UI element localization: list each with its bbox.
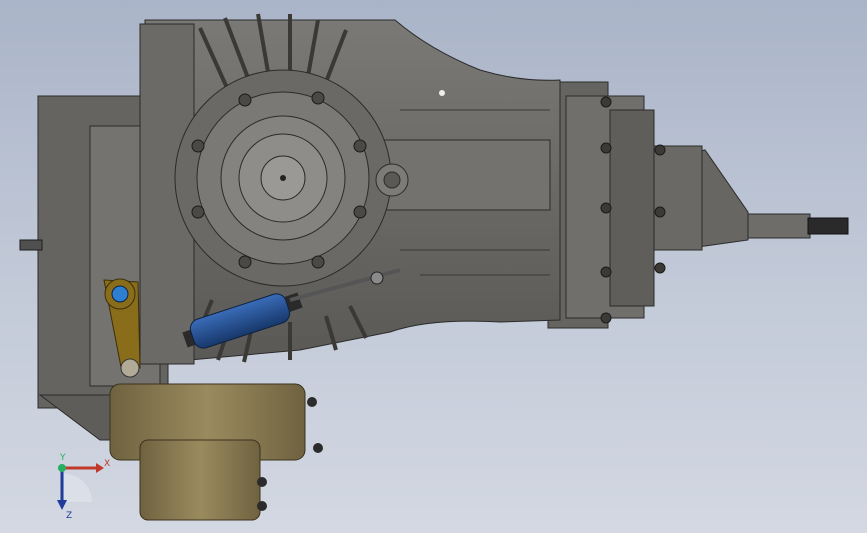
- front-bellhousing[interactable]: [19, 23, 201, 441]
- view-orientation-triad[interactable]: X Y Z: [44, 452, 114, 522]
- triad-y-label: Y: [59, 453, 66, 463]
- output-shaft[interactable]: [651, 145, 849, 251]
- rear-flange[interactable]: [547, 81, 666, 329]
- cad-3d-viewport[interactable]: X Y Z: [0, 0, 867, 533]
- triad-z-label: Z: [66, 511, 72, 521]
- transaxle-gearbox-model[interactable]: [0, 0, 867, 533]
- starter-motor[interactable]: [109, 383, 323, 521]
- triad-x-label: X: [104, 459, 110, 469]
